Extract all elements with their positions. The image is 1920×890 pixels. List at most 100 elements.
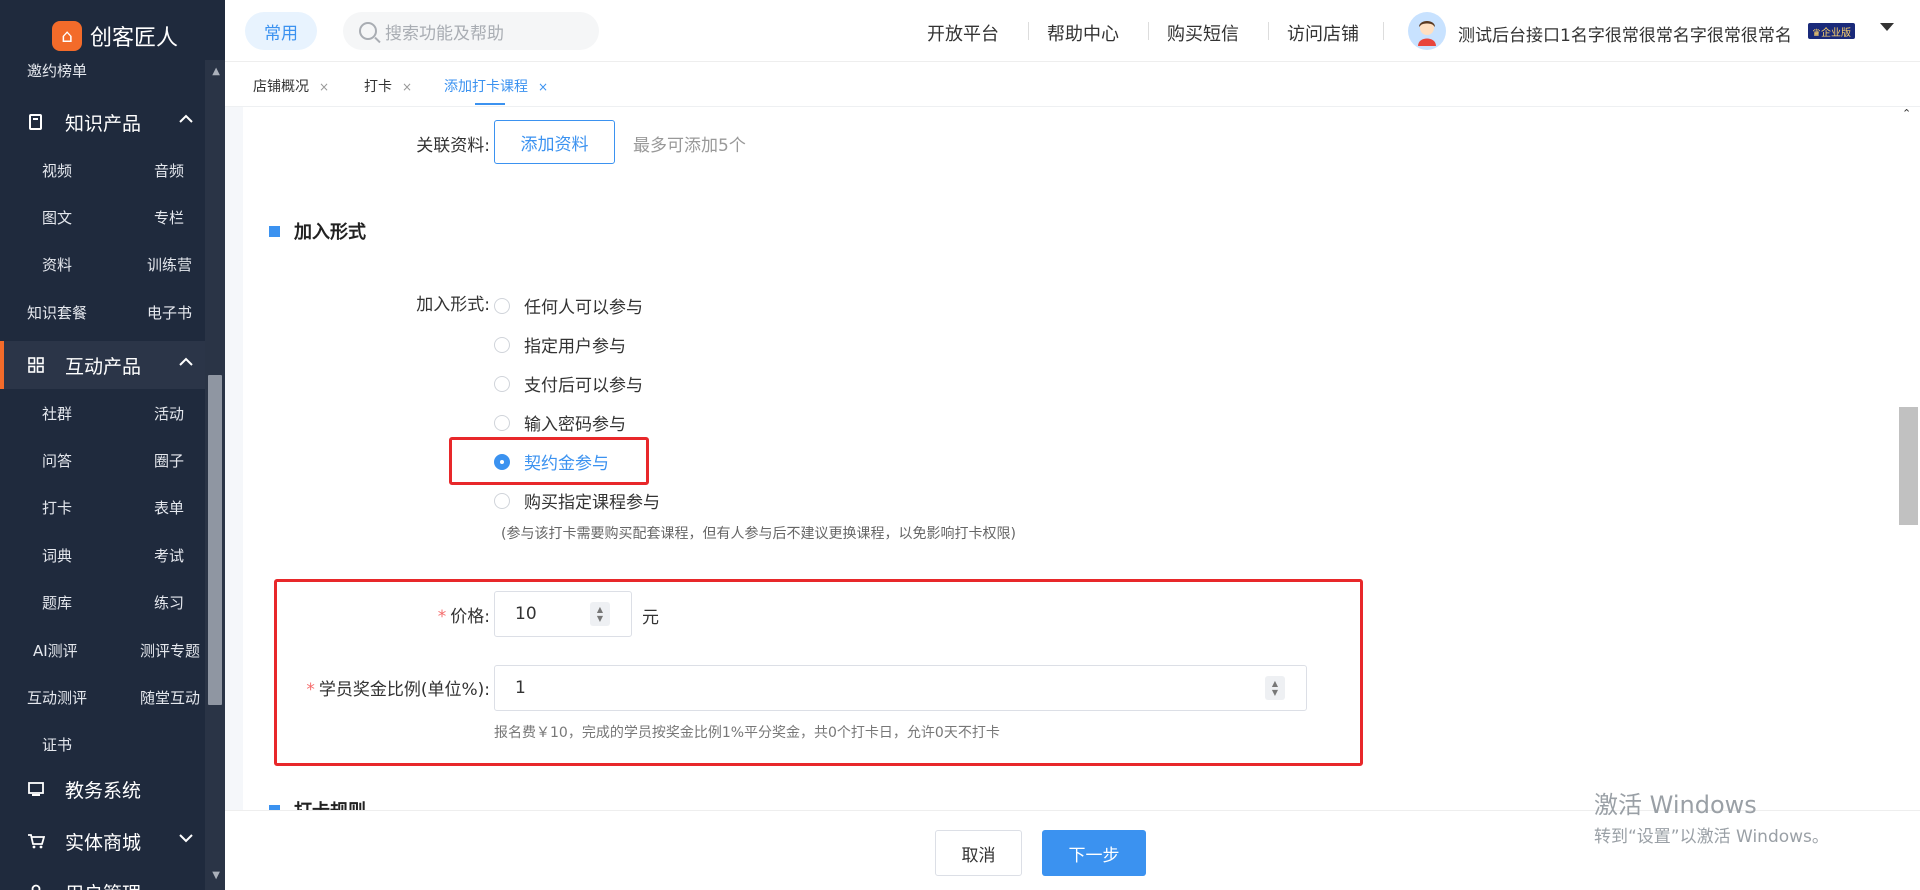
- app-name: 创客匠人: [90, 26, 179, 51]
- open-platform-link[interactable]: 开放平台: [927, 20, 999, 46]
- watermark-title: 激活 Windows: [1594, 791, 1757, 819]
- content-scroll-thumb[interactable]: [1899, 407, 1918, 525]
- close-icon[interactable]: ×: [402, 80, 412, 94]
- related-material-hint: 最多可添加5个: [633, 136, 746, 156]
- price-stepper[interactable]: ▲ ▼: [590, 602, 610, 626]
- sidebar-group-shop[interactable]: 实体商城: [0, 817, 205, 865]
- stepper-down-icon[interactable]: ▼: [1272, 688, 1278, 697]
- stepper-down-icon[interactable]: ▼: [597, 614, 603, 623]
- radio-button[interactable]: [494, 336, 510, 353]
- common-functions-button[interactable]: 常用: [245, 12, 317, 50]
- page-tabs: 店铺概况 × 打卡 × 添加打卡课程 ×: [225, 63, 1920, 107]
- bonus-ratio-stepper[interactable]: ▲ ▼: [1265, 676, 1285, 700]
- chevron-up-icon[interactable]: ⌃: [1902, 107, 1911, 120]
- price-label: * 价格:: [438, 602, 490, 627]
- radio-option-buy-course[interactable]: 购买指定课程参与: [494, 488, 660, 513]
- radio-option-specified-users[interactable]: 指定用户参与: [494, 332, 626, 357]
- tab-add-checkin-course[interactable]: 添加打卡课程 ×: [444, 76, 548, 96]
- price-input[interactable]: 10 ▲ ▼: [494, 591, 632, 637]
- app-logo[interactable]: ⌂ 创客匠人: [52, 20, 178, 52]
- book-icon: [27, 113, 45, 131]
- sidebar-item-circle[interactable]: 圈子: [154, 450, 184, 471]
- sidebar-group-knowledge[interactable]: 知识产品: [0, 98, 205, 146]
- sidebar-item-class-interaction[interactable]: 随堂互动: [140, 687, 200, 708]
- fee-calculation-hint: 报名费￥10，完成的学员按奖金比例1%平分奖金，共0个打卡日，允许0天不打卡: [494, 725, 1000, 741]
- tab-checkin[interactable]: 打卡 ×: [364, 76, 412, 96]
- buy-course-hint: (参与该打卡需要购买配套课程，但有人参与后不建议更换课程，以免影响打卡权限): [501, 526, 1016, 542]
- content-scrollbar[interactable]: ⌃: [1897, 107, 1920, 810]
- sidebar-item-video[interactable]: 视频: [42, 160, 72, 181]
- sidebar-item-exam[interactable]: 考试: [154, 545, 184, 566]
- sidebar-item-dictionary[interactable]: 词典: [42, 545, 72, 566]
- sidebar-item-material[interactable]: 资料: [42, 254, 72, 275]
- sidebar-item-invite-rank[interactable]: 邀约榜单: [27, 60, 87, 81]
- required-mark: *: [306, 680, 315, 700]
- sidebar-item-activity[interactable]: 活动: [154, 403, 184, 424]
- sidebar-item-checkin[interactable]: 打卡: [42, 497, 72, 518]
- sidebar-item-test-topic[interactable]: 测评专题: [140, 640, 200, 661]
- avatar[interactable]: [1408, 12, 1446, 50]
- add-material-button[interactable]: 添加资料: [494, 120, 615, 164]
- sidebar-item-practice[interactable]: 练习: [154, 592, 184, 613]
- bonus-ratio-label: * 学员奖金比例(单位%):: [306, 675, 490, 700]
- sidebar-item-bundle[interactable]: 知识套餐: [27, 302, 87, 323]
- sidebar-group-academic[interactable]: 教务系统: [0, 765, 205, 813]
- radio-label: 购买指定课程参与: [524, 493, 660, 513]
- grid-icon: [27, 356, 45, 374]
- radio-label: 支付后可以参与: [524, 376, 643, 396]
- radio-button[interactable]: [494, 414, 510, 431]
- sidebar-item-ebook[interactable]: 电子书: [147, 302, 192, 323]
- sidebar-item-certificate[interactable]: 证书: [42, 734, 72, 755]
- scroll-down-icon[interactable]: ▼: [212, 870, 220, 881]
- tab-label: 店铺概况: [253, 79, 309, 95]
- join-section-header: 加入形式: [269, 218, 366, 244]
- close-icon[interactable]: ×: [319, 80, 329, 94]
- sidebar-item-camp[interactable]: 训练营: [147, 254, 192, 275]
- buy-sms-link[interactable]: 购买短信: [1167, 20, 1239, 46]
- sidebar-scrollbar[interactable]: ▲ ▼: [205, 60, 225, 890]
- sidebar-item-article[interactable]: 图文: [42, 207, 72, 228]
- close-icon[interactable]: ×: [538, 80, 548, 94]
- sidebar: ⌂ 创客匠人 邀约榜单 知识产品 视频 音频 图文 专栏 资料 训练营 知识套餐…: [0, 0, 225, 890]
- sidebar-item-column[interactable]: 专栏: [154, 207, 184, 228]
- sidebar-item-audio[interactable]: 音频: [154, 160, 184, 181]
- stepper-up-icon[interactable]: ▲: [1272, 679, 1278, 688]
- search-input[interactable]: 搜索功能及帮助: [343, 12, 599, 50]
- cancel-button[interactable]: 取消: [935, 830, 1022, 876]
- radio-button[interactable]: [494, 492, 510, 509]
- stepper-up-icon[interactable]: ▲: [597, 605, 603, 614]
- sidebar-group-interactive[interactable]: 互动产品: [0, 341, 205, 389]
- bonus-ratio-input[interactable]: 1 ▲ ▼: [494, 665, 1307, 711]
- caret-down-icon[interactable]: [1880, 23, 1894, 31]
- sidebar-item-community[interactable]: 社群: [42, 403, 72, 424]
- radio-button[interactable]: [494, 375, 510, 392]
- radio-option-password[interactable]: 输入密码参与: [494, 410, 626, 435]
- bonus-ratio-label-text: 学员奖金比例(单位%):: [318, 680, 490, 700]
- chevron-up-icon: [179, 112, 195, 128]
- sidebar-item-ai-test[interactable]: AI测评: [33, 640, 78, 661]
- sidebar-item-interactive-test[interactable]: 互动测评: [27, 687, 87, 708]
- bonus-ratio-value: 1: [515, 678, 526, 698]
- sidebar-item-form[interactable]: 表单: [154, 497, 184, 518]
- chevron-down-icon: [179, 831, 195, 847]
- sidebar-group-users[interactable]: 用户管理: [0, 868, 205, 890]
- sidebar-item-question-bank[interactable]: 题库: [42, 592, 72, 613]
- user-name[interactable]: 测试后台接口1名字很常很常名字很常很常名: [1458, 21, 1792, 46]
- radio-button[interactable]: [494, 297, 510, 314]
- classroom-icon: [27, 780, 45, 798]
- next-step-button[interactable]: 下一步: [1042, 830, 1146, 876]
- windows-activation-watermark: 激活 Windows 转到“设置”以激活 Windows。: [1594, 785, 1829, 847]
- search-icon: [359, 22, 377, 40]
- radio-label: 任何人可以参与: [524, 298, 643, 318]
- sidebar-item-qa[interactable]: 问答: [42, 450, 72, 471]
- radio-option-anyone[interactable]: 任何人可以参与: [494, 293, 643, 318]
- sidebar-group-label: 互动产品: [65, 355, 142, 378]
- tab-label: 添加打卡课程: [444, 79, 528, 95]
- tab-shop-overview[interactable]: 店铺概况 ×: [253, 76, 329, 96]
- radio-option-after-payment[interactable]: 支付后可以参与: [494, 371, 643, 396]
- scroll-up-icon[interactable]: ▲: [212, 66, 220, 77]
- sidebar-scroll-thumb[interactable]: [208, 375, 222, 705]
- visit-shop-link[interactable]: 访问店铺: [1287, 20, 1359, 46]
- help-center-link[interactable]: 帮助中心: [1047, 20, 1119, 46]
- enterprise-badge: ♛企业版: [1808, 23, 1855, 39]
